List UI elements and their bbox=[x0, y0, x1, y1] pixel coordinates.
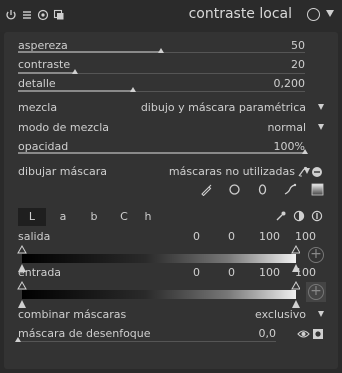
ellipse-shape-icon[interactable] bbox=[255, 183, 269, 197]
slider-knob[interactable] bbox=[158, 48, 164, 53]
path-shape-icon[interactable] bbox=[283, 183, 297, 197]
color-picker-icon[interactable] bbox=[274, 210, 288, 224]
slider-value: 20 bbox=[291, 58, 305, 71]
combo-value: normal bbox=[267, 121, 306, 134]
slider-fill bbox=[18, 90, 133, 92]
tab-a[interactable]: a bbox=[49, 208, 77, 226]
combo-value: dibujo y máscara paramétrica bbox=[140, 101, 306, 114]
combo-label: modo de mezcla bbox=[18, 121, 110, 134]
slider-fill bbox=[18, 72, 75, 74]
slider-value: 0,200 bbox=[273, 77, 306, 90]
slider-label: contraste bbox=[18, 58, 71, 71]
display-mask-icon[interactable] bbox=[311, 328, 325, 342]
range-label: entrada bbox=[18, 266, 62, 279]
combo-value: máscaras no utilizadas bbox=[168, 165, 295, 178]
mask-indicator-icon[interactable] bbox=[307, 8, 320, 21]
tab-h[interactable]: h bbox=[134, 208, 162, 226]
reset-channel-icon[interactable] bbox=[310, 210, 324, 224]
chevron-down-icon[interactable] bbox=[318, 124, 324, 130]
presets-icon[interactable] bbox=[21, 9, 33, 21]
channel-tabs: L a b C h bbox=[18, 208, 158, 226]
multi-instance-icon[interactable] bbox=[37, 9, 49, 21]
add-range-icon[interactable]: + bbox=[308, 247, 324, 263]
slider-knob[interactable] bbox=[72, 69, 78, 74]
remove-mask-icon[interactable] bbox=[310, 166, 324, 180]
range-value: 0 bbox=[228, 266, 235, 279]
range-value: 100 bbox=[295, 266, 316, 279]
brush-icon[interactable] bbox=[199, 183, 213, 197]
combo-label: dibujar máscara bbox=[18, 165, 108, 178]
combo-label: mezcla bbox=[18, 101, 58, 114]
range-value: 0 bbox=[193, 230, 200, 243]
entrada-gradient-slider[interactable] bbox=[16, 280, 300, 310]
module-window: contraste local aspereza 50 contraste 20… bbox=[0, 0, 342, 373]
gradient-shape-icon[interactable] bbox=[310, 183, 324, 197]
power-icon[interactable] bbox=[5, 9, 17, 21]
slider-label: máscara de desenfoque bbox=[18, 327, 151, 340]
slider-track[interactable] bbox=[18, 341, 276, 342]
slider-value: 0,0 bbox=[258, 327, 277, 340]
eye-icon[interactable] bbox=[296, 328, 310, 342]
range-value: 100 bbox=[295, 230, 316, 243]
circle-shape-icon[interactable] bbox=[227, 183, 241, 197]
mask-manager-icon[interactable] bbox=[296, 166, 310, 180]
slider-fill bbox=[18, 152, 305, 154]
range-value: 0 bbox=[193, 266, 200, 279]
slider-knob[interactable] bbox=[302, 149, 308, 154]
combo-value: exclusivo bbox=[255, 308, 306, 321]
invert-polarity-icon[interactable] bbox=[292, 210, 306, 224]
tab-b[interactable]: b bbox=[80, 208, 108, 226]
range-value: 100 bbox=[259, 266, 280, 279]
slider-label: detalle bbox=[18, 77, 56, 90]
tab-l[interactable]: L bbox=[18, 208, 46, 226]
slider-knob[interactable] bbox=[130, 87, 136, 92]
chevron-down-icon[interactable] bbox=[318, 311, 324, 317]
range-value: 0 bbox=[228, 230, 235, 243]
slider-knob[interactable] bbox=[15, 337, 21, 342]
add-range-icon[interactable]: + bbox=[308, 284, 324, 300]
module-body: aspereza 50 contraste 20 detalle 0,200 m… bbox=[4, 32, 338, 369]
module-header: contraste local bbox=[0, 0, 342, 32]
range-value: 100 bbox=[259, 230, 280, 243]
module-title: contraste local bbox=[188, 6, 292, 22]
combo-label: combinar máscaras bbox=[18, 308, 127, 321]
expand-arrow-icon[interactable] bbox=[326, 10, 334, 17]
chevron-down-icon[interactable] bbox=[318, 104, 324, 110]
slider-fill bbox=[18, 51, 161, 53]
reset-icon[interactable] bbox=[53, 9, 65, 21]
slider-value: 50 bbox=[291, 39, 305, 52]
range-label: salida bbox=[18, 230, 51, 243]
